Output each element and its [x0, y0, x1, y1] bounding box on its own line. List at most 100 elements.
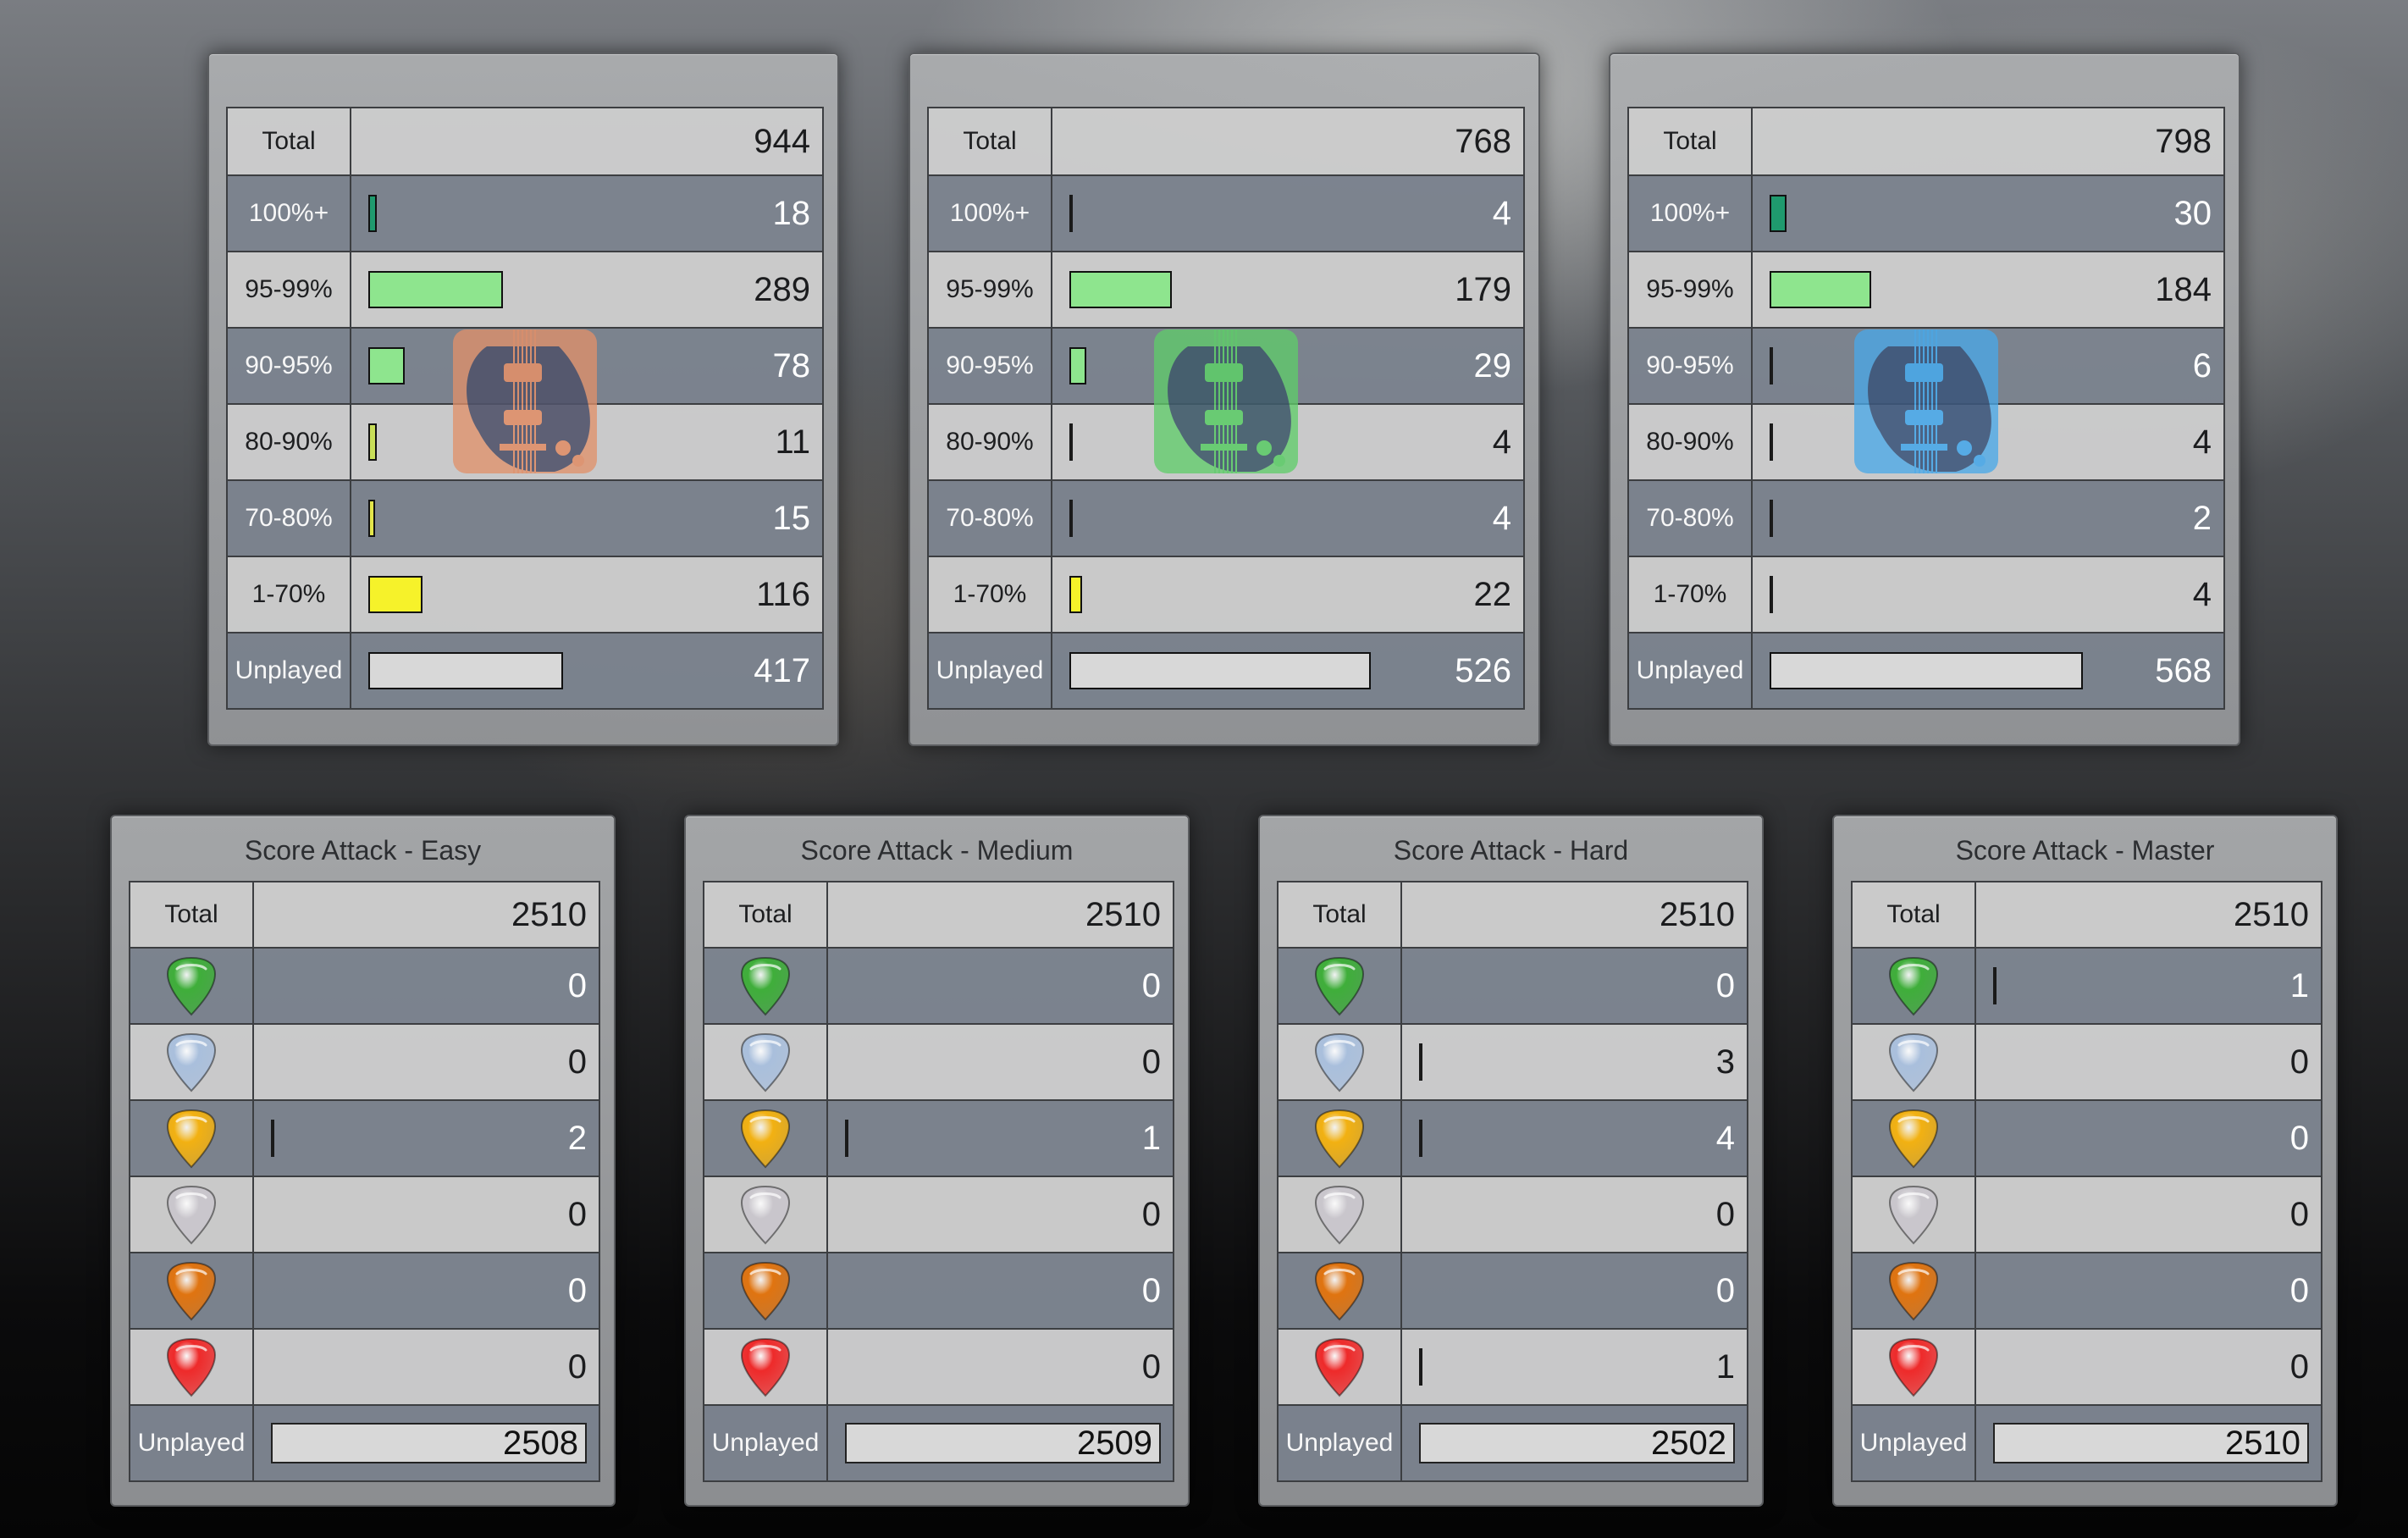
row-label: 95-99%: [927, 251, 1052, 329]
total-row: Total 2510: [1851, 881, 2322, 949]
pick-cell: [703, 1328, 828, 1406]
row-value-cell: 1: [1974, 947, 2322, 1025]
row-value-cell: 184: [1751, 251, 2225, 329]
row-label: Unplayed: [703, 1404, 828, 1482]
score-attack-panel: Score Attack - Easy Total 2510 0 0 2 0 0 0 Unplay…: [110, 815, 616, 1507]
pick-cell: [1851, 1252, 1976, 1330]
unplayed-count: 526: [1455, 652, 1511, 689]
unplayed-count: 417: [754, 652, 810, 689]
pick-row: 0: [703, 947, 1174, 1025]
row-label: 100%+: [1627, 174, 1753, 252]
accuracy-row-p1: 1-70% 22: [927, 556, 1525, 633]
accuracy-panel: Total 768 100%+ 4 95-99% 179 90-95% 29 80-90% 4 70…: [909, 53, 1540, 746]
accuracy-panel: Total 798 100%+ 30 95-99% 184 90-95% 6 80-90% 4 70…: [1609, 53, 2240, 746]
progress-bar: [1770, 576, 1773, 613]
unplayed-row: Unplayed 2509: [703, 1404, 1174, 1482]
pick-cell: [703, 947, 828, 1025]
unplayed-bar: 2508: [271, 1423, 587, 1463]
pick-row: 0: [703, 1023, 1174, 1101]
progress-bar: [1069, 271, 1172, 308]
row-count: 289: [754, 271, 810, 308]
progress-bar: [845, 1120, 848, 1157]
row-value-cell: 4: [1751, 556, 2225, 633]
row-count: 2: [567, 1120, 587, 1157]
pick-cell: [1851, 947, 1976, 1025]
gold-pick-icon: [1888, 1109, 1939, 1169]
pick-cell: [1851, 1099, 1976, 1177]
row-label: Total: [703, 881, 828, 949]
accuracy-row-p100: 100%+ 4: [927, 174, 1525, 252]
row-count: 0: [1141, 1043, 1161, 1081]
pick-cell: [1277, 947, 1402, 1025]
pick-cell: [129, 947, 254, 1025]
row-count: 0: [567, 1272, 587, 1309]
row-value-cell: 3: [1400, 1023, 1748, 1101]
pick-row: 0: [129, 1023, 600, 1101]
row-count: 0: [2289, 1348, 2309, 1386]
total-value-cell: 2510: [1974, 881, 2322, 949]
row-label: Unplayed: [129, 1404, 254, 1482]
pick-row: 0: [1851, 1252, 2322, 1330]
pick-cell: [129, 1099, 254, 1177]
score-attack-table: Total 2510 1 0 0 0 0 0 Unplayed 2510: [1851, 881, 2322, 1482]
diamond-pick-icon: [166, 1032, 217, 1093]
pick-cell: [129, 1176, 254, 1253]
accuracy-row-p70: 70-80% 4: [927, 479, 1525, 557]
row-value-cell: 0: [252, 1328, 600, 1406]
pick-cell: [1277, 1252, 1402, 1330]
row-count: 1: [2289, 967, 2309, 1004]
row-label: Total: [927, 107, 1052, 176]
pick-row: 0: [703, 1252, 1174, 1330]
row-value-cell: 0: [826, 1328, 1174, 1406]
row-count: 1: [1141, 1120, 1161, 1157]
row-count: 0: [2289, 1196, 2309, 1233]
row-label: Total: [1277, 881, 1402, 949]
pick-cell: [1277, 1099, 1402, 1177]
progress-bar: [1419, 1348, 1422, 1386]
row-value-cell: 0: [1974, 1176, 2322, 1253]
row-count: 184: [2155, 271, 2212, 308]
score-attack-table: Total 2510 0 0 1 0 0 0 Unplayed 2509: [703, 881, 1174, 1482]
progress-bar: [1770, 195, 1787, 232]
total-count: 768: [1455, 123, 1511, 160]
pick-row: 1: [1277, 1328, 1748, 1406]
row-label: 70-80%: [1627, 479, 1753, 557]
row-label: 1-70%: [226, 556, 351, 633]
row-value-cell: 2508: [252, 1404, 600, 1482]
diamond-pick-icon: [740, 1032, 791, 1093]
panel-title: Score Attack - Master: [1955, 835, 2215, 866]
row-label: Total: [129, 881, 254, 949]
row-value-cell: 0: [252, 1176, 600, 1253]
accuracy-row-p1: 1-70% 116: [226, 556, 824, 633]
row-count: 2: [2192, 500, 2212, 537]
total-count: 2510: [1085, 896, 1161, 933]
row-label: 95-99%: [226, 251, 351, 329]
red-pick-icon: [1888, 1337, 1939, 1397]
unplayed-row: Unplayed 526: [927, 632, 1525, 710]
red-pick-icon: [740, 1337, 791, 1397]
pick-row: 0: [1277, 1176, 1748, 1253]
row-label: 70-80%: [927, 479, 1052, 557]
total-value-cell: 2510: [252, 881, 600, 949]
accuracy-panel: Total 944 100%+ 18 95-99% 289 90-95% 78 80-90% 11…: [207, 53, 839, 746]
pick-row: 4: [1277, 1099, 1748, 1177]
total-value-cell: 944: [350, 107, 824, 176]
progress-bar: [1069, 347, 1086, 384]
row-value-cell: 0: [252, 1023, 600, 1101]
row-count: 30: [2173, 195, 2212, 232]
silver-pick-icon: [1314, 1185, 1365, 1245]
unplayed-count: 568: [2155, 652, 2212, 689]
panel-title: Score Attack - Easy: [244, 835, 482, 866]
progress-bar: [1770, 652, 2083, 689]
progress-bar: [271, 1120, 274, 1157]
row-label: Total: [226, 107, 351, 176]
row-value-cell: 15: [350, 479, 824, 557]
score-attack-panel: Score Attack - Master Total 2510 1 0 0 0 0 0 Unpl…: [1832, 815, 2338, 1507]
accuracy-row-p100: 100%+ 30: [1627, 174, 2225, 252]
row-count: 0: [1715, 967, 1735, 1004]
row-count: 22: [1473, 576, 1512, 613]
row-value-cell: 0: [1400, 1176, 1748, 1253]
row-count: 0: [567, 1043, 587, 1081]
score-attack-panel: Score Attack - Hard Total 2510 0 3 4 0 0 1 Unplay…: [1258, 815, 1764, 1507]
accuracy-row-p1: 1-70% 4: [1627, 556, 2225, 633]
